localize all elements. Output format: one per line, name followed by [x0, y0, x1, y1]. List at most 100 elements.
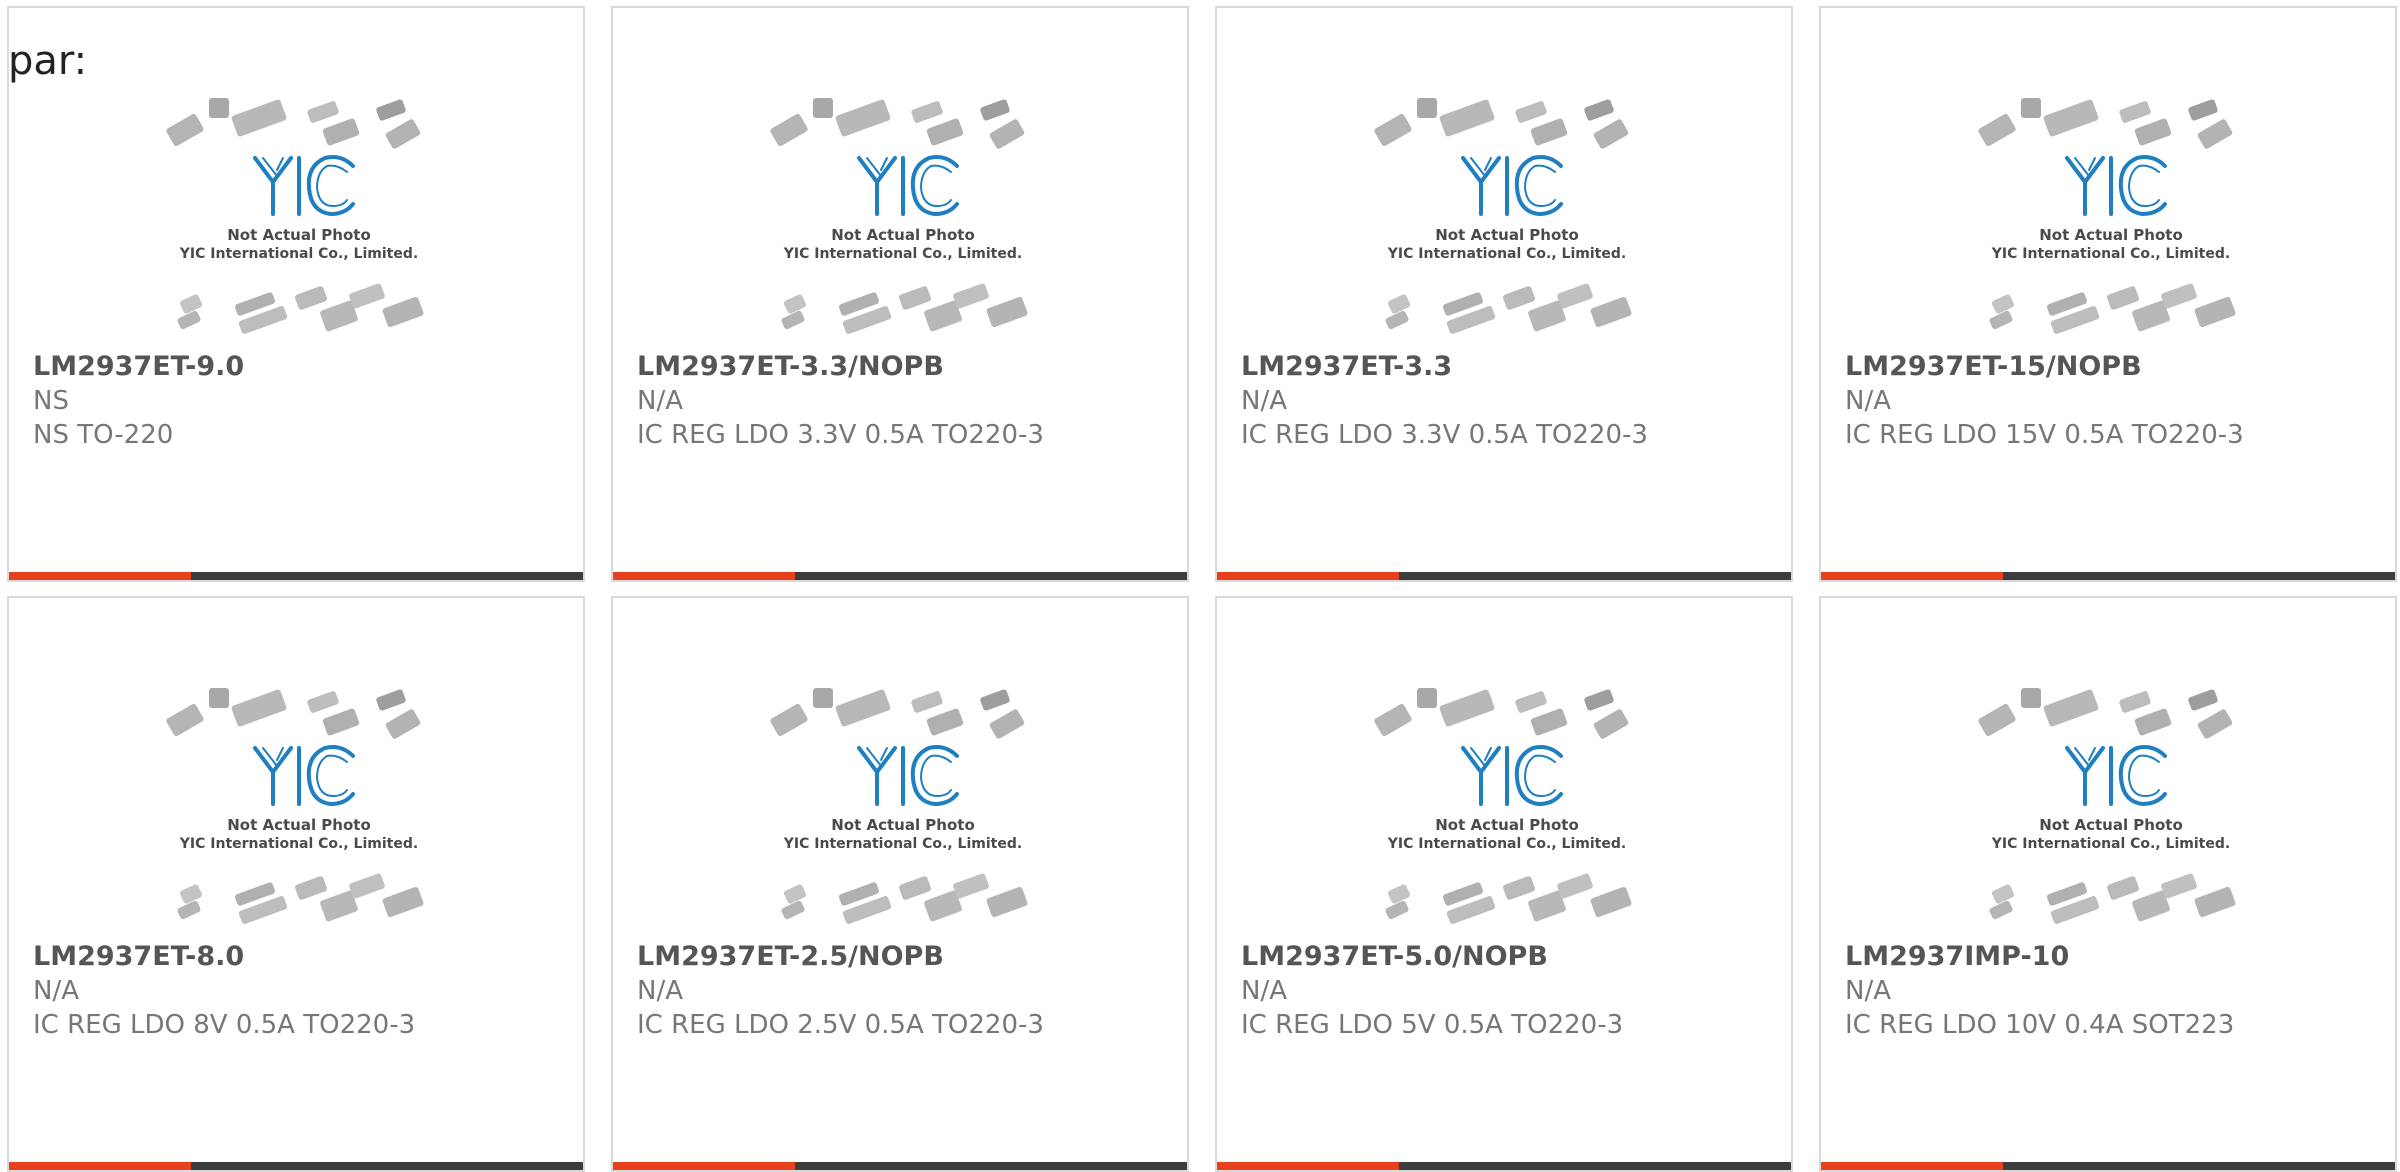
card-bottom-bar [1821, 572, 2395, 580]
chip-icon [2194, 296, 2236, 328]
card-bottom-bar [1217, 572, 1791, 580]
card-accent-bar [9, 1162, 191, 1170]
product-card[interactable]: Not Actual Photo YIC International Co., L… [7, 6, 585, 582]
card-accent-bar [613, 572, 795, 580]
yic-logo-icon [1461, 745, 1563, 806]
product-image-placeholder[interactable]: Not Actual Photo YIC International Co., L… [1371, 96, 1643, 348]
chip-icon [179, 884, 203, 904]
product-manufacturer: N/A [33, 976, 79, 1006]
chip-icon [2161, 873, 2197, 899]
placeholder-line2: YIC International Co., Limited. [783, 246, 1022, 262]
chip-icon [813, 98, 833, 118]
chip-icon [1593, 709, 1629, 739]
chip-icon [1590, 886, 1632, 918]
placeholder-graphic: Not Actual Photo YIC International Co., L… [1374, 688, 1632, 924]
chip-icon [2043, 689, 2099, 727]
product-image-placeholder[interactable]: Not Actual Photo YIC International Co., L… [767, 96, 1039, 348]
chip-icon [2043, 99, 2099, 137]
product-image-placeholder[interactable]: Not Actual Photo YIC International Co., L… [1975, 96, 2247, 348]
chip-icon [231, 99, 287, 137]
chip-icon [1503, 286, 1535, 310]
product-info: LM2937ET-3.3/NOPB N/A IC REG LDO 3.3V 0.… [637, 350, 1171, 452]
chip-icon [953, 283, 989, 309]
chip-icon [783, 294, 807, 314]
chip-icon [2197, 119, 2233, 149]
chip-icon [2188, 689, 2218, 711]
chip-icon [2021, 688, 2041, 708]
chip-icon [2197, 709, 2233, 739]
product-card[interactable]: Not Actual Photo YIC International Co., L… [1215, 6, 1793, 582]
chip-icon [835, 99, 891, 137]
product-manufacturer: N/A [1241, 976, 1287, 1006]
chip-icon [307, 101, 339, 123]
product-part-number[interactable]: LM2937ET-3.3 [1241, 350, 1775, 384]
product-part-number[interactable]: LM2937ET-5.0/NOPB [1241, 940, 1775, 974]
chip-icon [1978, 703, 2016, 737]
product-description: IC REG LDO 2.5V 0.5A TO220-3 [637, 1010, 1044, 1040]
chip-icon [349, 873, 385, 899]
placeholder-line1: Not Actual Photo [1435, 226, 1579, 244]
chip-icon [989, 119, 1025, 149]
chip-icon [1593, 119, 1629, 149]
product-card[interactable]: Not Actual Photo YIC International Co., L… [611, 596, 1189, 1172]
placeholder-line1: Not Actual Photo [227, 226, 371, 244]
product-card[interactable]: Not Actual Photo YIC International Co., L… [1819, 596, 2397, 1172]
product-part-number[interactable]: LM2937ET-3.3/NOPB [637, 350, 1171, 384]
chip-icon [1374, 703, 1412, 737]
product-card[interactable]: Not Actual Photo YIC International Co., L… [7, 596, 585, 1172]
yic-logo-icon [1461, 155, 1563, 216]
product-part-number[interactable]: LM2937IMP-10 [1845, 940, 2379, 974]
product-card[interactable]: Not Actual Photo YIC International Co., L… [1819, 6, 2397, 582]
yic-logo-icon [857, 745, 959, 806]
chip-icon [813, 688, 833, 708]
yic-logo-icon [2065, 745, 2167, 806]
card-bottom-bar [9, 572, 583, 580]
card-accent-bar [1217, 1162, 1399, 1170]
chip-icon [385, 119, 421, 149]
placeholder-line2: YIC International Co., Limited. [783, 836, 1022, 852]
product-part-number[interactable]: LM2937ET-15/NOPB [1845, 350, 2379, 384]
product-part-number[interactable]: LM2937ET-9.0 [33, 350, 567, 384]
chip-icon [295, 876, 327, 900]
chip-icon [980, 689, 1010, 711]
product-card[interactable]: Not Actual Photo YIC International Co., L… [611, 6, 1189, 582]
chip-icon [322, 118, 360, 146]
yic-logo-icon [253, 745, 355, 806]
chip-icon [376, 99, 406, 121]
product-description: IC REG LDO 15V 0.5A TO220-3 [1845, 420, 2244, 450]
chip-icon [911, 691, 943, 713]
chip-icon [926, 118, 964, 146]
chip-icon [911, 101, 943, 123]
product-info: LM2937ET-2.5/NOPB N/A IC REG LDO 2.5V 0.… [637, 940, 1171, 1042]
product-image-placeholder[interactable]: Not Actual Photo YIC International Co., L… [163, 686, 435, 938]
placeholder-line1: Not Actual Photo [831, 816, 975, 834]
product-part-number[interactable]: LM2937ET-8.0 [33, 940, 567, 974]
placeholder-line2: YIC International Co., Limited. [1387, 246, 1626, 262]
chip-icon [179, 294, 203, 314]
placeholder-graphic: Not Actual Photo YIC International Co., L… [1978, 98, 2236, 334]
card-accent-bar [1821, 572, 2003, 580]
placeholder-line2: YIC International Co., Limited. [1991, 246, 2230, 262]
product-manufacturer: N/A [1845, 976, 1891, 1006]
placeholder-graphic: Not Actual Photo YIC International Co., L… [1374, 98, 1632, 334]
card-accent-bar [613, 1162, 795, 1170]
product-manufacturer: N/A [1845, 386, 1891, 416]
product-info: LM2937ET-15/NOPB N/A IC REG LDO 15V 0.5A… [1845, 350, 2379, 452]
chip-icon [1584, 689, 1614, 711]
product-image-placeholder[interactable]: Not Actual Photo YIC International Co., L… [1975, 686, 2247, 938]
product-image-placeholder[interactable]: Not Actual Photo YIC International Co., L… [1371, 686, 1643, 938]
placeholder-line1: Not Actual Photo [2039, 816, 2183, 834]
product-image-placeholder[interactable]: Not Actual Photo YIC International Co., L… [767, 686, 1039, 938]
chip-icon [2119, 101, 2151, 123]
chip-icon [2161, 283, 2197, 309]
chip-icon [1387, 294, 1411, 314]
chip-icon [1503, 876, 1535, 900]
product-part-number[interactable]: LM2937ET-2.5/NOPB [637, 940, 1171, 974]
chip-icon [1439, 99, 1495, 137]
product-card[interactable]: Not Actual Photo YIC International Co., L… [1215, 596, 1793, 1172]
chip-icon [166, 113, 204, 147]
chip-icon [322, 708, 360, 736]
chip-icon [1978, 113, 2016, 147]
product-description: IC REG LDO 3.3V 0.5A TO220-3 [1241, 420, 1648, 450]
product-image-placeholder[interactable]: Not Actual Photo YIC International Co., L… [163, 96, 435, 348]
